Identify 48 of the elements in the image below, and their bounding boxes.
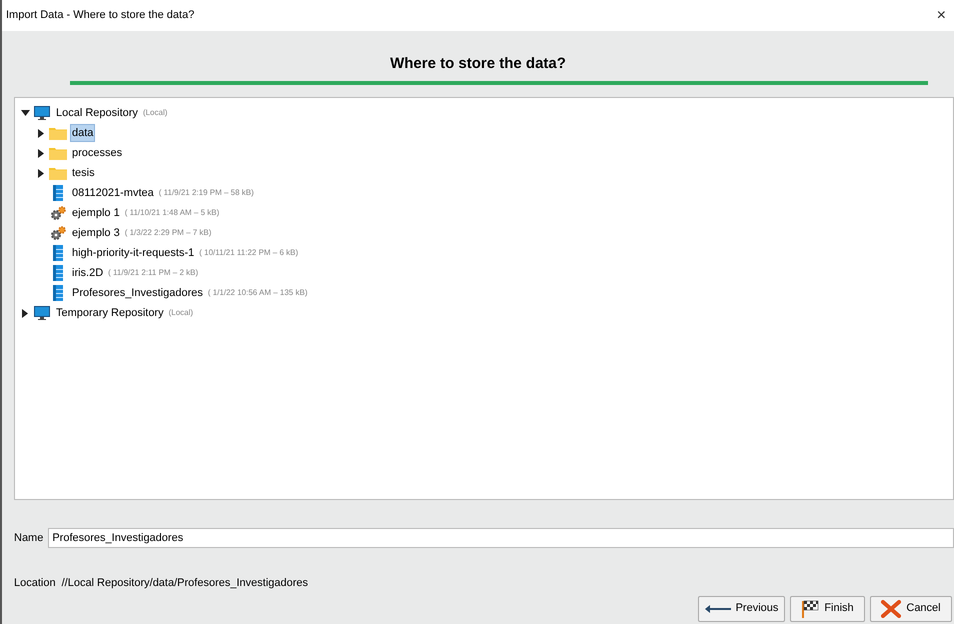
data-table-icon [53,185,63,201]
item-details: ( 1/1/22 10:56 AM – 135 kB) [208,287,308,299]
previous-button[interactable]: Previous [698,596,785,622]
item-details: (Local) [168,307,194,319]
folder-label[interactable]: processes [70,144,124,162]
process-label[interactable]: ejemplo 1 [70,204,122,222]
item-details: ( 11/9/21 2:19 PM – 58 kB) [158,187,254,199]
location-label: Location [14,576,56,591]
data-entry-label[interactable]: high-priority-it-requests-1 [70,244,196,262]
process-label[interactable]: ejemplo 3 [70,224,122,242]
folder-icon [49,126,67,140]
window-title: Import Data - Where to store the data? [6,8,194,24]
folder-icon [49,166,67,180]
data-table-icon [53,265,63,281]
data-entry-label[interactable]: iris.2D [70,264,106,282]
cancel-button[interactable]: Cancel [870,596,952,622]
folder-label[interactable]: tesis [70,164,97,182]
checkered-flag-icon [801,600,820,618]
left-arrow-icon [704,604,731,612]
data-table-icon [53,245,63,261]
gears-icon [50,206,66,220]
folder-icon [49,146,67,160]
item-details: ( 10/11/21 11:22 PM – 6 kB) [199,247,298,259]
expand-arrow-icon[interactable] [38,128,44,138]
finish-button[interactable]: Finish [790,596,865,622]
item-details: ( 11/10/21 1:48 AM – 5 kB) [124,207,220,219]
name-field[interactable]: Profesores_Investigadores [48,528,954,548]
repository-label[interactable]: Local Repository [54,104,140,122]
item-details: ( 1/3/22 2:29 PM – 7 kB) [124,227,212,239]
location-path: //Local Repository/data/Profesores_Investigadores [62,576,308,591]
gears-icon [50,226,66,240]
monitor-icon [34,106,50,120]
name-label: Name [14,530,44,546]
data-entry-label[interactable]: 08112021-mvtea [70,184,156,202]
cross-icon [881,600,902,618]
folder-label[interactable]: data [70,124,96,142]
close-button[interactable]: × [932,8,950,24]
collapse-arrow-icon[interactable] [20,110,30,116]
expand-arrow-icon[interactable] [22,308,28,318]
monitor-icon [34,306,50,320]
data-table-icon [53,285,63,301]
repository-label[interactable]: Temporary Repository [54,304,166,322]
data-entry-label[interactable]: Profesores_Investigadores [70,284,205,302]
expand-arrow-icon[interactable] [38,148,44,158]
expand-arrow-icon[interactable] [38,168,44,178]
item-details: (Local) [142,107,168,119]
item-details: ( 11/9/21 2:11 PM – 2 kB) [108,267,198,279]
page-heading: Where to store the data? [390,54,566,74]
